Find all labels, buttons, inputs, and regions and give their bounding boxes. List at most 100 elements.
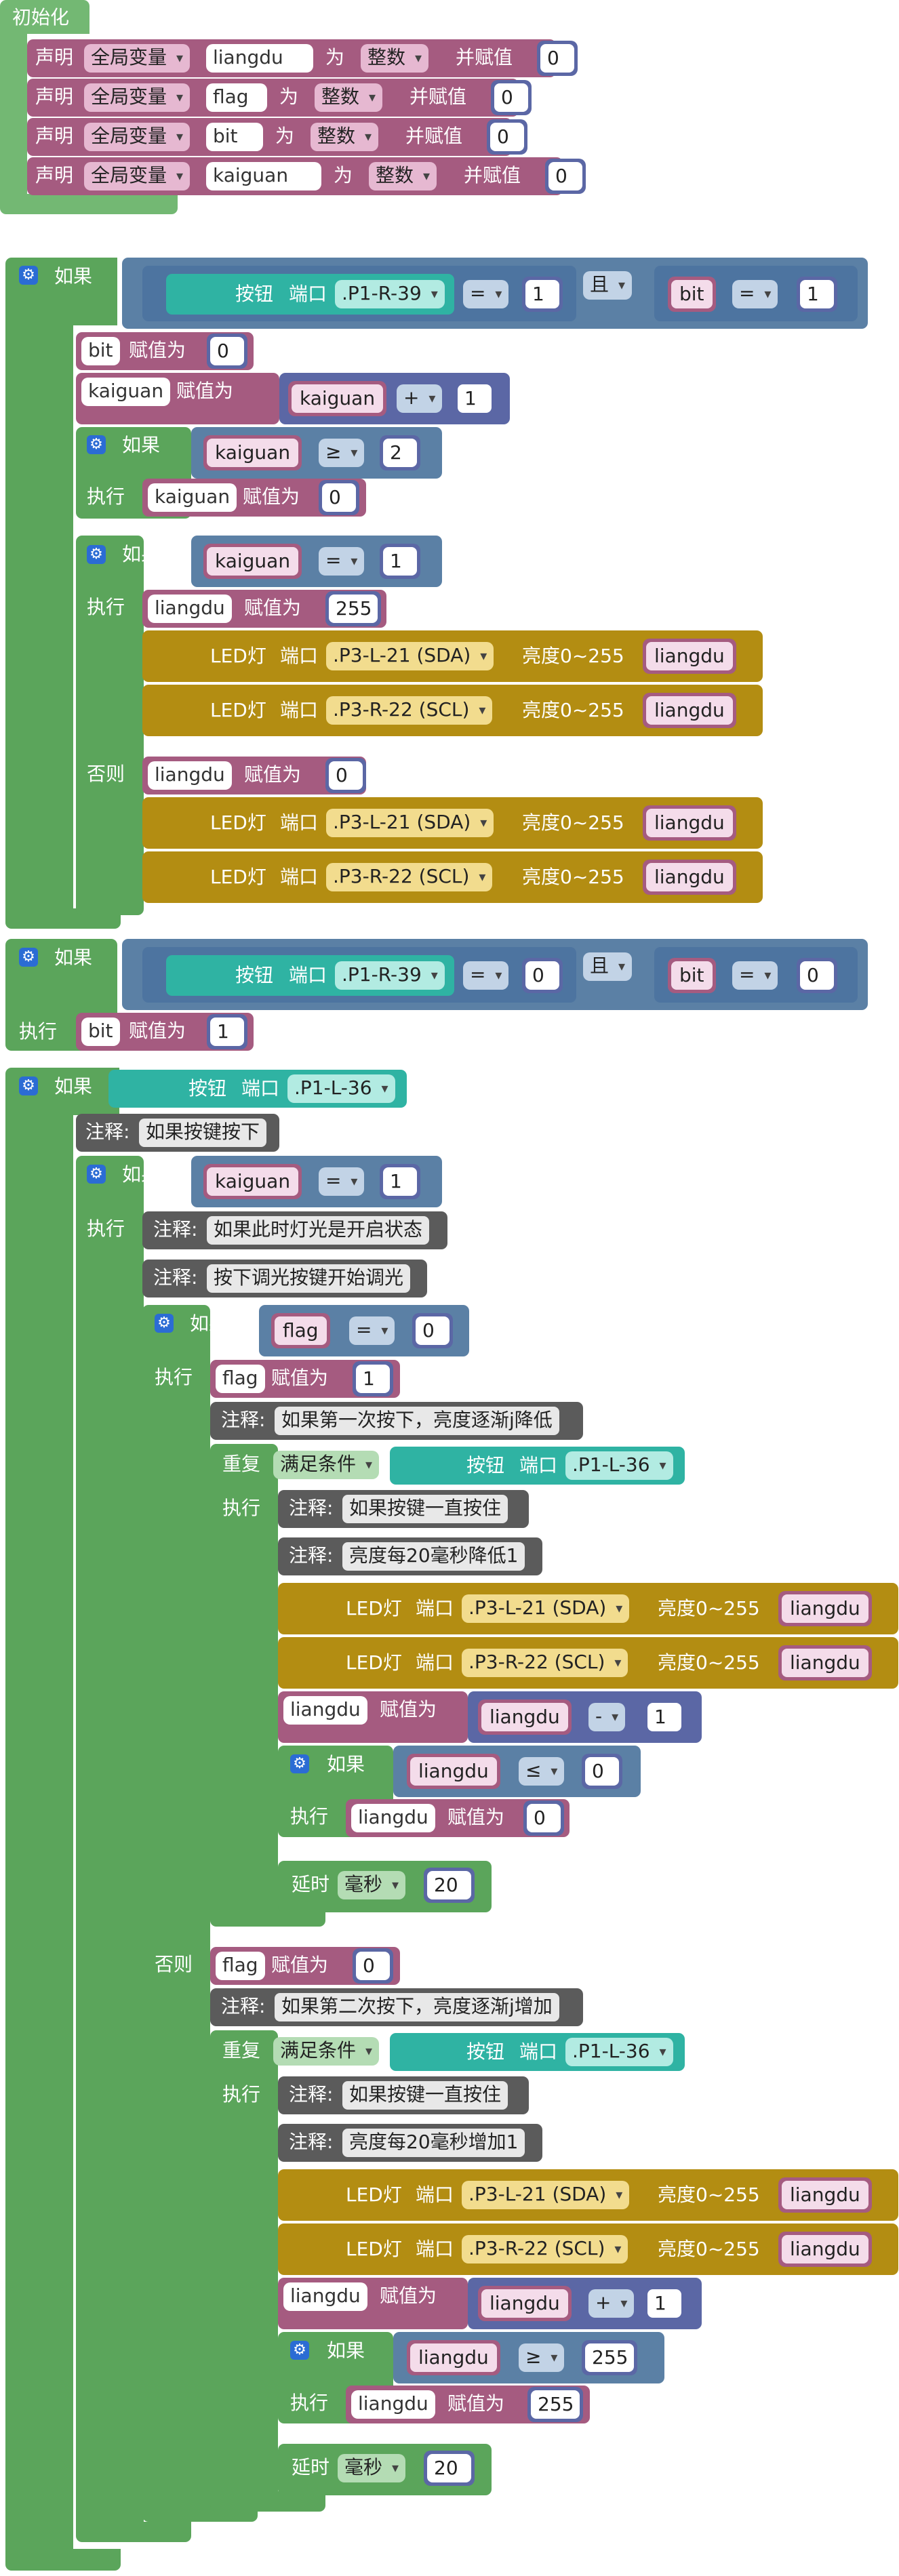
- var-kaiguan[interactable]: kaiguan: [203, 1164, 302, 1199]
- port-dropdown[interactable]: .P3-R-22 (SCL): [326, 863, 493, 891]
- op-dropdown[interactable]: =: [463, 961, 509, 990]
- var-name-field[interactable]: liangdu: [206, 44, 313, 73]
- op-dropdown[interactable]: =: [732, 280, 778, 308]
- number-block[interactable]: 1: [454, 381, 495, 416]
- number-block[interactable]: 0: [412, 1313, 453, 1348]
- number-block[interactable]: 0: [319, 480, 359, 515]
- number-block[interactable]: 20: [424, 2451, 475, 2486]
- var-liangdu[interactable]: liangdu: [778, 2177, 872, 2213]
- var-field[interactable]: bit: [81, 1018, 120, 1046]
- op-dropdown[interactable]: +: [588, 2289, 635, 2318]
- var-liangdu[interactable]: liangdu: [478, 2286, 572, 2321]
- port-dropdown[interactable]: .P3-R-22 (SCL): [462, 1649, 628, 1677]
- port-dropdown[interactable]: .P1-L-36: [287, 1074, 395, 1103]
- var-liangdu[interactable]: liangdu: [643, 860, 736, 895]
- while-dropdown[interactable]: 满足条件: [273, 2037, 380, 2066]
- var-liangdu[interactable]: liangdu: [778, 1591, 872, 1626]
- unit-dropdown[interactable]: 毫秒: [338, 2454, 406, 2482]
- number-block[interactable]: 20: [424, 1868, 475, 1903]
- var-field[interactable]: kaiguan: [148, 483, 237, 512]
- var-liangdu[interactable]: liangdu: [407, 2340, 500, 2375]
- port-dropdown[interactable]: .P3-L-21 (SDA): [326, 642, 494, 670]
- number-block[interactable]: 1: [644, 1699, 685, 1735]
- port-dropdown[interactable]: .P1-R-39: [335, 280, 445, 308]
- gear-icon[interactable]: ⚙: [290, 1754, 309, 1773]
- var-liangdu[interactable]: liangdu: [643, 639, 736, 674]
- number-block[interactable]: 0: [582, 1754, 622, 1789]
- var-field[interactable]: kaiguan: [81, 378, 171, 406]
- unit-dropdown[interactable]: 毫秒: [338, 1871, 406, 1899]
- var-field[interactable]: flag: [216, 1952, 265, 1980]
- comment-text[interactable]: 按下调光按键开始调光: [207, 1264, 411, 1293]
- var-kaiguan[interactable]: kaiguan: [288, 381, 387, 416]
- comment-text[interactable]: 如果第一次按下，亮度逐渐j降低: [275, 1407, 559, 1435]
- number-block[interactable]: 0: [537, 41, 578, 76]
- var-name-field[interactable]: kaiguan: [206, 162, 321, 190]
- op-dropdown[interactable]: =: [319, 547, 365, 576]
- gear-icon[interactable]: ⚙: [19, 266, 38, 285]
- var-field[interactable]: liangdu: [351, 2390, 435, 2419]
- port-dropdown[interactable]: .P3-R-22 (SCL): [462, 2235, 628, 2263]
- comment-text[interactable]: 如果按键按下: [139, 1119, 267, 1147]
- var-field[interactable]: bit: [81, 337, 120, 365]
- gear-icon[interactable]: ⚙: [290, 2341, 309, 2360]
- var-liangdu[interactable]: liangdu: [478, 1699, 572, 1735]
- type-dropdown[interactable]: 整数: [315, 83, 383, 112]
- number-block[interactable]: 0: [545, 159, 586, 194]
- var-field[interactable]: liangdu: [148, 595, 232, 623]
- if-block[interactable]: [76, 536, 144, 915]
- number-block[interactable]: 2: [380, 435, 420, 470]
- port-dropdown[interactable]: .P3-L-21 (SDA): [462, 1594, 630, 1623]
- type-dropdown[interactable]: 整数: [361, 44, 429, 73]
- op-dropdown[interactable]: =: [463, 280, 509, 308]
- scope-dropdown[interactable]: 全局变量: [84, 123, 191, 151]
- number-block[interactable]: 0: [353, 1948, 393, 1984]
- number-block[interactable]: 1: [797, 277, 837, 312]
- scope-dropdown[interactable]: 全局变量: [84, 44, 191, 73]
- if-block[interactable]: [142, 1305, 210, 2512]
- number-block[interactable]: 0: [487, 119, 527, 155]
- comment-text[interactable]: 亮度每20毫秒增加1: [342, 2129, 525, 2157]
- op-dropdown[interactable]: =: [732, 961, 778, 990]
- op-dropdown[interactable]: ≤: [519, 1757, 565, 1786]
- var-flag[interactable]: flag: [271, 1313, 330, 1348]
- number-block[interactable]: 0: [491, 80, 532, 115]
- op-dropdown[interactable]: ≥: [519, 2343, 565, 2372]
- var-liangdu[interactable]: liangdu: [778, 1645, 872, 1681]
- port-dropdown[interactable]: .P3-R-22 (SCL): [326, 696, 493, 725]
- var-liangdu[interactable]: liangdu: [778, 2232, 872, 2267]
- and-dropdown[interactable]: 且: [583, 952, 633, 981]
- var-field[interactable]: liangdu: [283, 2282, 367, 2311]
- var-field[interactable]: liangdu: [283, 1696, 367, 1725]
- gear-icon[interactable]: ⚙: [87, 545, 106, 564]
- op-dropdown[interactable]: -: [588, 1703, 626, 1731]
- comment-text[interactable]: 如果第二次按下，亮度逐渐j增加: [275, 1993, 559, 2021]
- number-block[interactable]: 0: [522, 958, 563, 993]
- comment-text[interactable]: 如果按键一直按住: [342, 1495, 508, 1523]
- number-block[interactable]: 1: [522, 277, 563, 312]
- while-dropdown[interactable]: 满足条件: [273, 1451, 380, 1479]
- number-block[interactable]: 0: [797, 958, 837, 993]
- number-block[interactable]: 0: [207, 334, 247, 369]
- and-dropdown[interactable]: 且: [583, 271, 633, 300]
- op-dropdown[interactable]: =: [319, 1167, 365, 1196]
- number-block[interactable]: 255: [325, 591, 381, 626]
- gear-icon[interactable]: ⚙: [155, 1314, 174, 1333]
- op-dropdown[interactable]: +: [397, 384, 443, 413]
- var-name-field[interactable]: bit: [206, 123, 263, 151]
- number-block[interactable]: 0: [325, 758, 366, 793]
- gear-icon[interactable]: ⚙: [87, 435, 106, 454]
- op-dropdown[interactable]: =: [349, 1316, 395, 1345]
- var-field[interactable]: flag: [216, 1365, 265, 1393]
- gear-icon[interactable]: ⚙: [19, 948, 38, 967]
- comment-text[interactable]: 如果按键一直按住: [342, 2081, 508, 2110]
- port-dropdown[interactable]: .P3-L-21 (SDA): [326, 809, 494, 837]
- gear-icon[interactable]: ⚙: [87, 1165, 106, 1184]
- number-block[interactable]: 1: [353, 1361, 393, 1396]
- comment-text[interactable]: 如果此时灯光是开启状态: [207, 1216, 430, 1245]
- gear-icon[interactable]: ⚙: [19, 1076, 38, 1095]
- number-block[interactable]: 1: [380, 1164, 420, 1199]
- var-bit[interactable]: bit: [668, 958, 716, 993]
- number-block[interactable]: 0: [523, 1800, 564, 1836]
- var-field[interactable]: liangdu: [148, 761, 232, 790]
